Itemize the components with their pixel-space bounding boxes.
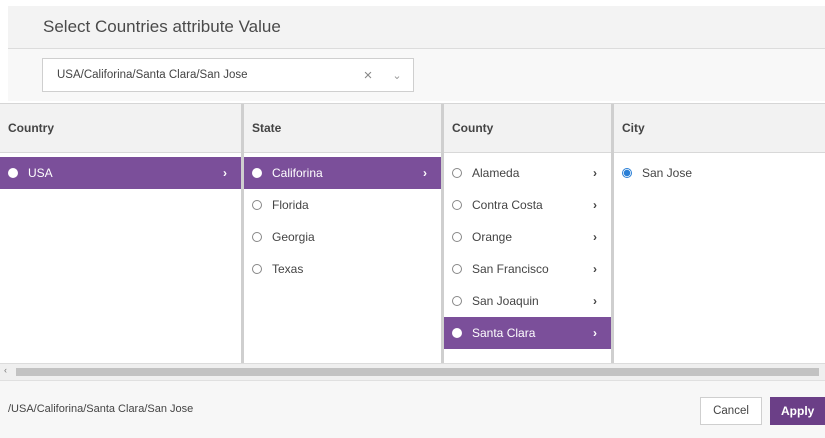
clear-icon[interactable]: ×: [355, 67, 381, 84]
radio-checked-icon[interactable]: [622, 168, 632, 178]
chevron-right-icon: ›: [423, 166, 427, 180]
chevron-right-icon[interactable]: ›: [593, 166, 597, 180]
radio-icon[interactable]: [252, 200, 262, 210]
cascade-panel: Country USA › State Califorina › Florida: [0, 103, 825, 364]
country-column: Country USA ›: [0, 104, 244, 364]
chevron-right-icon: ›: [593, 326, 597, 340]
list-item-orange[interactable]: Orange ›: [444, 221, 611, 253]
list-item-san-jose[interactable]: San Jose: [614, 157, 825, 189]
selected-path-text: /USA/Califorina/Santa Clara/San Jose: [8, 403, 194, 415]
list-item-san-francisco[interactable]: San Francisco ›: [444, 253, 611, 285]
dialog-header: Select Countries attribute Value: [8, 6, 825, 49]
radio-icon[interactable]: [452, 200, 462, 210]
list-item-alameda[interactable]: Alameda ›: [444, 157, 611, 189]
radio-icon[interactable]: [452, 296, 462, 306]
column-header-county: County: [444, 104, 611, 153]
apply-button[interactable]: Apply: [770, 397, 825, 425]
list-item-califorina[interactable]: Califorina ›: [244, 157, 441, 189]
list-item-label: USA: [28, 166, 53, 180]
list-item-label: San Jose: [642, 166, 693, 180]
scroll-left-icon[interactable]: ‹: [4, 365, 7, 375]
dialog-footer: /USA/Califorina/Santa Clara/San Jose Can…: [0, 380, 825, 438]
list-item-label: Texas: [272, 262, 304, 276]
list-item-label: Orange: [472, 230, 513, 244]
column-header-state: State: [244, 104, 441, 153]
radio-icon[interactable]: [252, 232, 262, 242]
radio-icon[interactable]: [252, 264, 262, 274]
county-column: County Alameda › Contra Costa › Orange ›…: [444, 104, 614, 364]
radio-icon: [452, 328, 462, 338]
list-item-usa[interactable]: USA ›: [0, 157, 241, 189]
list-item-label: Georgia: [272, 230, 315, 244]
list-item-label: Contra Costa: [472, 198, 543, 212]
list-item-label: Santa Clara: [472, 326, 536, 340]
city-column: City San Jose: [614, 104, 825, 364]
list-item-georgia[interactable]: Georgia: [244, 221, 441, 253]
list-item-label: Alameda: [472, 166, 520, 180]
list-item-label: San Francisco: [472, 262, 549, 276]
chevron-right-icon[interactable]: ›: [593, 294, 597, 308]
horizontal-scrollbar[interactable]: ‹: [0, 363, 825, 380]
dialog-title: Select Countries attribute Value: [43, 17, 281, 36]
radio-icon[interactable]: [452, 264, 462, 274]
list-item-label: Florida: [272, 198, 309, 212]
chevron-right-icon[interactable]: ›: [593, 198, 597, 212]
list-item-san-joaquin[interactable]: San Joaquin ›: [444, 285, 611, 317]
picker-row: USA/Califorina/Santa Clara/San Jose × ⌄: [8, 49, 825, 101]
list-item-label: San Joaquin: [472, 294, 539, 308]
chevron-down-icon[interactable]: ⌄: [381, 69, 413, 82]
radio-icon[interactable]: [452, 168, 462, 178]
chevron-right-icon[interactable]: ›: [593, 230, 597, 244]
path-select[interactable]: USA/Califorina/Santa Clara/San Jose × ⌄: [42, 58, 414, 92]
scroll-thumb[interactable]: [16, 368, 819, 376]
list-item-texas[interactable]: Texas: [244, 253, 441, 285]
column-header-city: City: [614, 104, 825, 153]
radio-icon: [8, 168, 18, 178]
list-item-santa-clara[interactable]: Santa Clara ›: [444, 317, 611, 349]
radio-icon[interactable]: [452, 232, 462, 242]
list-item-label: Califorina: [272, 166, 323, 180]
state-column: State Califorina › Florida Georgia Texas: [244, 104, 444, 364]
cancel-button[interactable]: Cancel: [700, 397, 762, 425]
chevron-right-icon[interactable]: ›: [593, 262, 597, 276]
column-header-country: Country: [0, 104, 241, 153]
chevron-right-icon: ›: [223, 166, 227, 180]
path-select-value: USA/Califorina/Santa Clara/San Jose: [57, 69, 248, 81]
list-item-florida[interactable]: Florida: [244, 189, 441, 221]
radio-icon: [252, 168, 262, 178]
list-item-contra-costa[interactable]: Contra Costa ›: [444, 189, 611, 221]
